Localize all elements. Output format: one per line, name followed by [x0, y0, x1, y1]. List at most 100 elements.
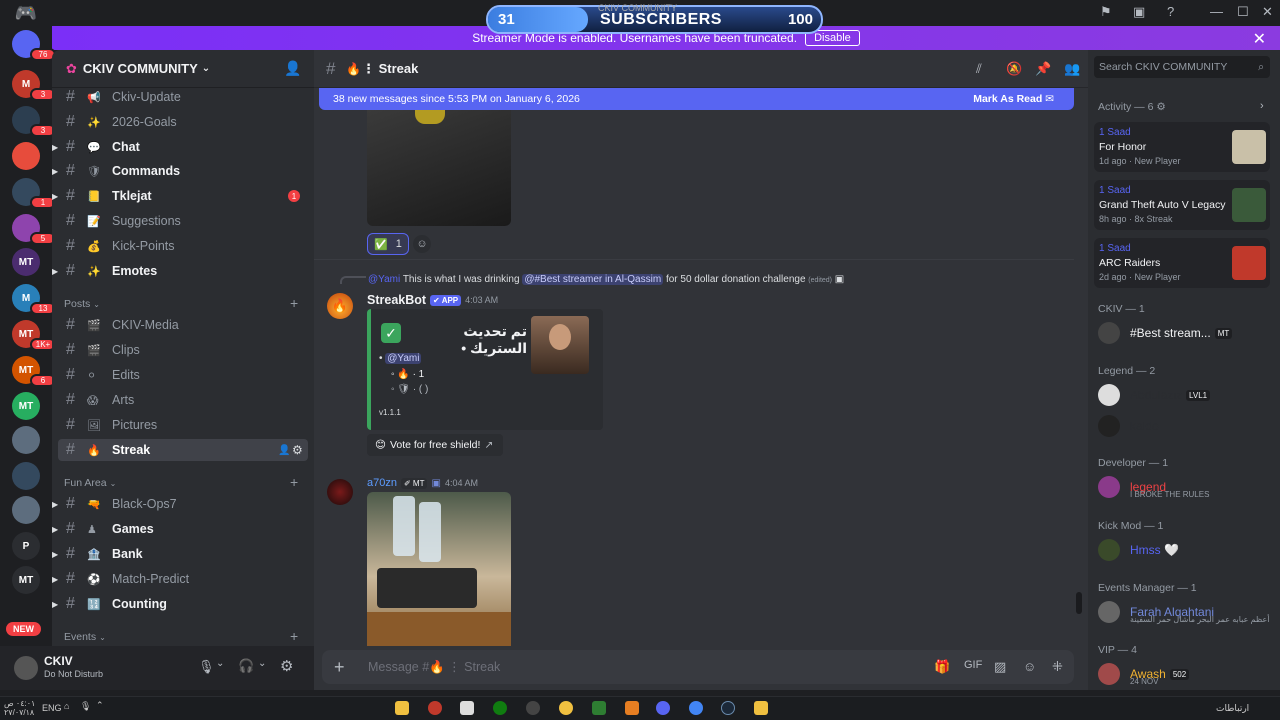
microphone-icon[interactable]: 🎙: [198, 659, 215, 675]
app-icon[interactable]: [559, 701, 573, 715]
chevron-right-icon[interactable]: ▶: [52, 167, 58, 176]
gift-icon[interactable]: 🎁: [934, 659, 950, 675]
category-header[interactable]: Events ⌄ +: [64, 628, 298, 644]
member-item[interactable]: Farah Alqahtani أعظم عبابه عمر البحر ماشا…: [1098, 598, 1274, 626]
server-icon[interactable]: [12, 462, 40, 490]
headphones-icon[interactable]: 🎧: [238, 658, 254, 674]
emoji-icon[interactable]: ☺: [1023, 659, 1036, 674]
taskbar-clock[interactable]: ٠٤:٠١ ص ٢٧/٠٧/١٨: [4, 699, 35, 717]
activity-user[interactable]: 1 Saad: [1099, 243, 1131, 254]
channel-item[interactable]: ▶ # 📒 Tklejat 1: [52, 185, 314, 207]
attachment-image[interactable]: [367, 492, 511, 646]
member-item[interactable]: Hmss 🤍: [1098, 536, 1274, 564]
server-icon[interactable]: P: [12, 532, 40, 560]
activity-card[interactable]: 1 Saad Grand Theft Auto V Legacy 8h ago · …: [1094, 180, 1270, 230]
microphone-icon[interactable]: 🎙: [80, 701, 91, 712]
gear-icon[interactable]: ⚙: [292, 443, 303, 457]
record-icon[interactable]: [428, 701, 442, 715]
server-icon[interactable]: [12, 496, 40, 524]
discord-logo-icon[interactable]: 🎮: [13, 2, 39, 24]
embed-thumbnail[interactable]: [531, 316, 589, 374]
channel-item[interactable]: ▶ # 💬 Chat: [52, 136, 314, 158]
server-icon[interactable]: MT: [12, 248, 40, 276]
channel-item[interactable]: # ✨ 2026-Goals: [52, 111, 314, 133]
gif-icon[interactable]: GIF: [964, 659, 982, 671]
mute-icon[interactable]: 🔕: [1006, 61, 1022, 77]
inbox-icon[interactable]: ⚑: [1100, 4, 1112, 20]
app-icon[interactable]: [625, 701, 639, 715]
channel-item[interactable]: # 📢 Ckiv-Update: [52, 86, 314, 108]
channel-item[interactable]: # 🔥 Streak 👤 ⚙: [58, 439, 308, 461]
maximize-icon[interactable]: ☐: [1237, 4, 1249, 20]
channel-item[interactable]: # 😱 Arts: [52, 389, 314, 411]
channel-item[interactable]: # 💰 Kick-Points: [52, 235, 314, 257]
chevron-right-icon[interactable]: ▶: [52, 525, 58, 534]
language-indicator[interactable]: ENG: [42, 703, 62, 713]
member-item[interactable]: Abdulaziz LVL1: [1098, 381, 1274, 409]
taskbar-links[interactable]: ارتباطات: [1216, 703, 1249, 714]
excel-icon[interactable]: [592, 701, 606, 715]
bot-avatar[interactable]: 🔥: [327, 293, 353, 319]
category-header[interactable]: Fun Area ⌄ +: [64, 474, 298, 490]
chevron-down-icon[interactable]: ⌄: [258, 658, 266, 669]
vote-button[interactable]: 😊 Vote for free shield! ↗: [367, 434, 503, 456]
message-author[interactable]: a70zn: [367, 477, 397, 489]
apps-icon[interactable]: ⁜: [1052, 659, 1063, 675]
chevron-right-icon[interactable]: ▶: [52, 500, 58, 509]
folder-icon[interactable]: [754, 701, 768, 715]
channel-item[interactable]: ▶ # 🏦 Bank: [52, 543, 314, 565]
attachment-image[interactable]: [367, 110, 511, 226]
discord-icon[interactable]: [656, 701, 670, 715]
channel-item[interactable]: ▶ # 🔫 Black-Ops7: [52, 493, 314, 515]
chevron-right-icon[interactable]: ▶: [52, 192, 58, 201]
chevron-right-icon[interactable]: ›: [1260, 100, 1264, 112]
chevron-right-icon[interactable]: ▶: [52, 143, 58, 152]
member-item[interactable]: kaldo: [1098, 412, 1274, 440]
embed-mention[interactable]: @Yami: [385, 353, 422, 364]
close-window-icon[interactable]: ✕: [1262, 4, 1273, 20]
chevron-right-icon[interactable]: ▶: [52, 575, 58, 584]
channel-item[interactable]: ▶ # ♟ Games: [52, 518, 314, 540]
category-header[interactable]: Posts ⌄ +: [64, 295, 298, 311]
channel-item[interactable]: # ⚪ Edits: [52, 364, 314, 386]
threads-icon[interactable]: ⫽: [976, 61, 982, 77]
invite-icon[interactable]: 👤: [278, 445, 290, 456]
channel-item[interactable]: # 🎬 Clips: [52, 339, 314, 361]
add-reaction-icon[interactable]: ☺: [413, 235, 431, 253]
server-header[interactable]: ✿ CKIV COMMUNITY ⌄ 👤: [52, 50, 314, 88]
search-input[interactable]: Search CKIV COMMUNITY ⌕: [1094, 56, 1270, 78]
channel-item[interactable]: # 🎬 CKIV-Media: [52, 314, 314, 336]
reply-mention[interactable]: @#Best streamer in Al-Qassim: [522, 274, 664, 285]
message-input[interactable]: + Message #🔥 ⋮ Streak 🎁 GIF ▨ ☺ ⁜: [322, 650, 1074, 684]
chevron-right-icon[interactable]: ▶: [52, 267, 58, 276]
member-list-icon[interactable]: 👥: [1064, 61, 1080, 77]
reply-preview[interactable]: @Yami This is what I was drinking @#Best…: [368, 274, 844, 285]
channel-item[interactable]: # 🖼 Pictures: [52, 414, 314, 436]
member-item[interactable]: legend I BROKE THE RULES: [1098, 473, 1274, 501]
activity-user[interactable]: 1 Saad: [1099, 185, 1131, 196]
mark-as-read-button[interactable]: Mark As Read ✉: [973, 93, 1054, 105]
wifi-icon[interactable]: ⌂: [64, 701, 69, 711]
file-explorer-icon[interactable]: [395, 701, 409, 715]
activity-card[interactable]: 1 Saad For Honor 1d ago · New Player: [1094, 122, 1270, 172]
channel-item[interactable]: ▶ # 🛡 Commands: [52, 160, 314, 182]
create-channel-icon[interactable]: +: [290, 474, 298, 490]
invite-people-icon[interactable]: 👤: [284, 60, 301, 77]
steam-icon[interactable]: [721, 701, 735, 715]
minimize-icon[interactable]: —: [1210, 4, 1223, 19]
screen-share-icon[interactable]: ▣: [1133, 4, 1145, 20]
create-channel-icon[interactable]: +: [290, 628, 298, 644]
channel-item[interactable]: ▶ # ✨ Emotes: [52, 260, 314, 282]
xbox-icon[interactable]: [493, 701, 507, 715]
member-item[interactable]: Awash 502 24 NOV: [1098, 660, 1274, 688]
reaction-check[interactable]: ✅ 1: [367, 233, 409, 255]
bot-name[interactable]: StreakBot: [367, 293, 426, 307]
chevron-right-icon[interactable]: ▶: [52, 550, 58, 559]
close-banner-icon[interactable]: ✕: [1253, 29, 1266, 49]
pin-icon[interactable]: 📌: [1035, 61, 1051, 77]
chevron-up-icon[interactable]: ⌃: [96, 700, 104, 711]
avatar[interactable]: [14, 656, 38, 680]
chevron-down-icon[interactable]: ⌄: [216, 658, 224, 669]
activity-card[interactable]: 1 Saad ARC Raiders 2d ago · New Player: [1094, 238, 1270, 288]
window-icon[interactable]: [460, 701, 474, 715]
